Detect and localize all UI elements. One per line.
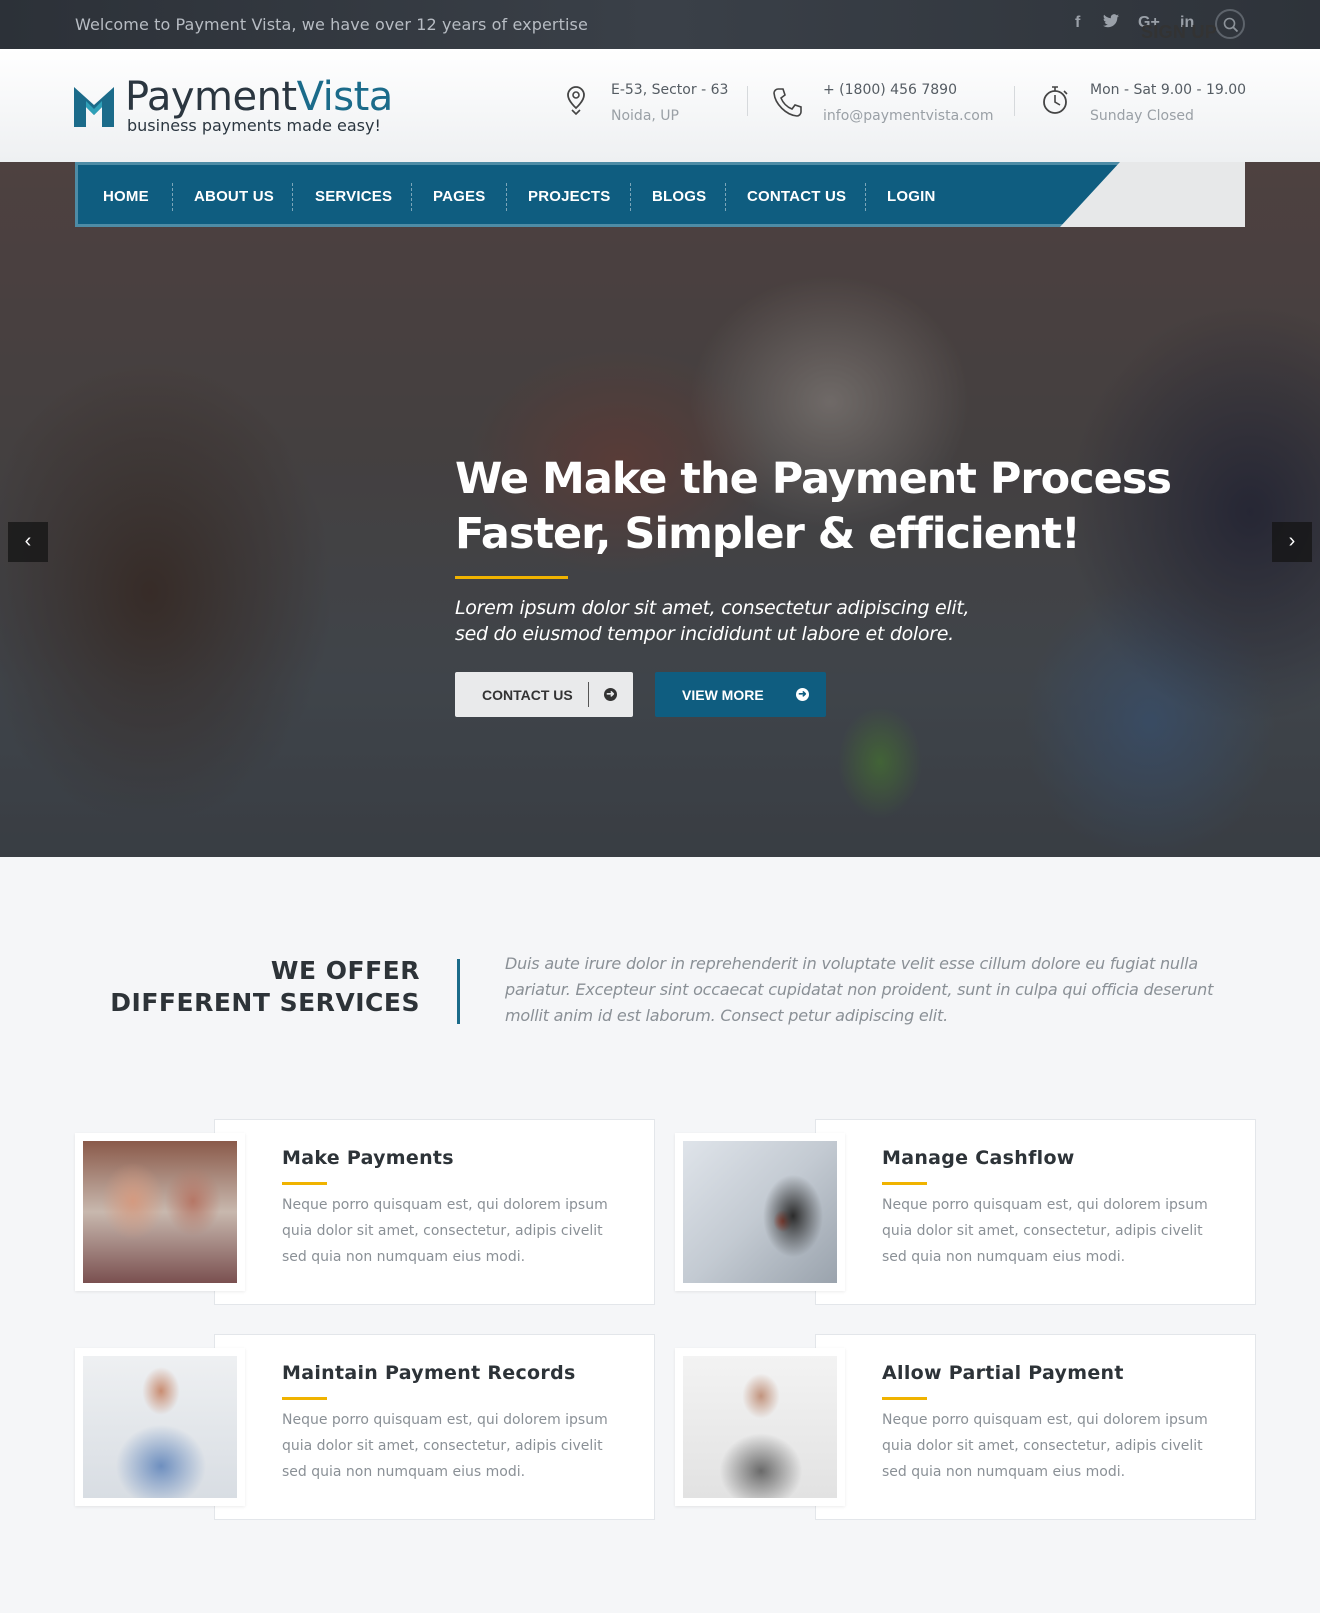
nav-divider — [411, 183, 412, 211]
address-line1: E-53, Sector - 63 — [611, 82, 729, 98]
hero-title-line2: Faster, Simpler & efficient! — [455, 509, 1081, 559]
nav-divider — [865, 183, 866, 211]
thinking-man-photo — [683, 1356, 837, 1498]
slider-next-button[interactable]: › — [1272, 522, 1312, 562]
service-photo — [675, 1348, 845, 1506]
hero-subtitle-line2: sed do eiusmod tempor incididunt ut labo… — [455, 623, 954, 645]
services-heading-line1: WE OFFER — [270, 956, 420, 985]
hero-title: We Make the Payment Process Faster, Simp… — [455, 452, 1175, 562]
service-photo — [75, 1348, 245, 1506]
nav-item-blogs[interactable]: BLOGS — [652, 188, 706, 205]
hero-title-line1: We Make the Payment Process — [455, 454, 1172, 504]
service-title[interactable]: Maintain Payment Records — [282, 1362, 576, 1384]
businessman-photo — [83, 1356, 237, 1498]
nav-item-contact[interactable]: CONTACT US — [747, 188, 846, 205]
services-heading: WE OFFER DIFFERENT SERVICES — [110, 955, 420, 1019]
service-photo — [675, 1133, 845, 1291]
arrow-right-icon: ➜ — [604, 688, 617, 701]
email-address[interactable]: info@paymentvista.com — [823, 108, 994, 124]
service-photo — [75, 1133, 245, 1291]
nav-divider — [506, 183, 507, 211]
arrow-right-icon: ➜ — [796, 688, 809, 701]
button-divider — [588, 682, 589, 707]
hero-subtitle-line1: Lorem ipsum dolor sit amet, consectetur … — [455, 597, 970, 619]
logo-wordmark[interactable]: PaymentVista — [125, 74, 393, 120]
title-underline — [282, 1182, 327, 1185]
title-underline — [282, 1397, 327, 1400]
nav-item-about[interactable]: ABOUT US — [194, 188, 274, 205]
phone-icon — [773, 88, 802, 117]
logo-tagline: business payments made easy! — [127, 116, 381, 135]
service-title[interactable]: Manage Cashflow — [882, 1147, 1075, 1169]
location-pin-icon — [567, 86, 585, 115]
chevron-left-icon: ‹ — [24, 530, 32, 552]
service-text: Neque porro quisquam est, qui dolorem ip… — [282, 1197, 608, 1265]
hero-contact-label: CONTACT US — [482, 687, 573, 703]
hero-underline — [455, 576, 568, 579]
info-separator — [747, 86, 748, 116]
services-heading-line2: DIFFERENT SERVICES — [110, 988, 420, 1017]
logo-name-accent: Vista — [296, 74, 394, 120]
nav-bar: HOME ABOUT US SERVICES PAGES PROJECTS BL… — [75, 162, 1135, 227]
facebook-icon[interactable]: f — [1075, 14, 1080, 32]
hero-contact-button[interactable]: CONTACT US ➜ — [455, 672, 633, 717]
nav-item-login[interactable]: LOGIN — [887, 188, 936, 205]
hero-subtitle: Lorem ipsum dolor sit amet, consectetur … — [455, 595, 1015, 647]
nav-divider — [630, 183, 631, 211]
stopwatch-icon — [1043, 86, 1068, 114]
calculator-photo — [683, 1141, 837, 1283]
nav-item-projects[interactable]: PROJECTS — [528, 188, 610, 205]
twitter-icon[interactable] — [1103, 14, 1119, 33]
nav-divider — [725, 183, 726, 211]
welcome-text: Welcome to Payment Vista, we have over 1… — [75, 15, 588, 34]
hours-line1: Mon - Sat 9.00 - 19.00 — [1090, 82, 1247, 98]
logo-name-main: Payment — [125, 74, 297, 120]
title-underline — [882, 1397, 927, 1400]
services-description: Duis aute irure dolor in reprehenderit i… — [505, 954, 1214, 1025]
signup-label[interactable]: SIGN UP — [1141, 22, 1217, 43]
hero-view-more-button[interactable]: VIEW MORE ➜ — [655, 672, 826, 717]
service-text: Neque porro quisquam est, qui dolorem ip… — [882, 1197, 1208, 1265]
hero-view-label: VIEW MORE — [682, 687, 764, 703]
services-accent-bar — [457, 959, 460, 1024]
hero-slider: We Make the Payment Process Faster, Simp… — [0, 162, 1320, 857]
service-text: Neque porro quisquam est, qui dolorem ip… — [882, 1412, 1208, 1480]
nav-item-pages[interactable]: PAGES — [433, 188, 485, 205]
hours-line2: Sunday Closed — [1090, 108, 1194, 124]
info-separator — [1014, 86, 1015, 116]
nav-divider — [292, 183, 293, 211]
service-title[interactable]: Make Payments — [282, 1147, 454, 1169]
main-nav: HOME ABOUT US SERVICES PAGES PROJECTS BL… — [75, 162, 1245, 227]
logo-mark-icon[interactable] — [74, 87, 114, 127]
nav-item-home[interactable]: HOME — [103, 188, 149, 205]
title-underline — [882, 1182, 927, 1185]
couple-photo — [83, 1141, 237, 1283]
phone-number[interactable]: + (1800) 456 7890 — [823, 82, 957, 98]
nav-item-services[interactable]: SERVICES — [315, 188, 392, 205]
search-button[interactable] — [1215, 9, 1245, 39]
nav-divider — [172, 183, 173, 211]
top-bar: Welcome to Payment Vista, we have over 1… — [0, 0, 1320, 49]
chevron-right-icon: › — [1288, 530, 1296, 552]
service-title[interactable]: Allow Partial Payment — [882, 1362, 1124, 1384]
service-text: Neque porro quisquam est, qui dolorem ip… — [282, 1412, 608, 1480]
slider-prev-button[interactable]: ‹ — [8, 522, 48, 562]
address-line2: Noida, UP — [611, 108, 679, 124]
search-icon — [1223, 17, 1239, 33]
